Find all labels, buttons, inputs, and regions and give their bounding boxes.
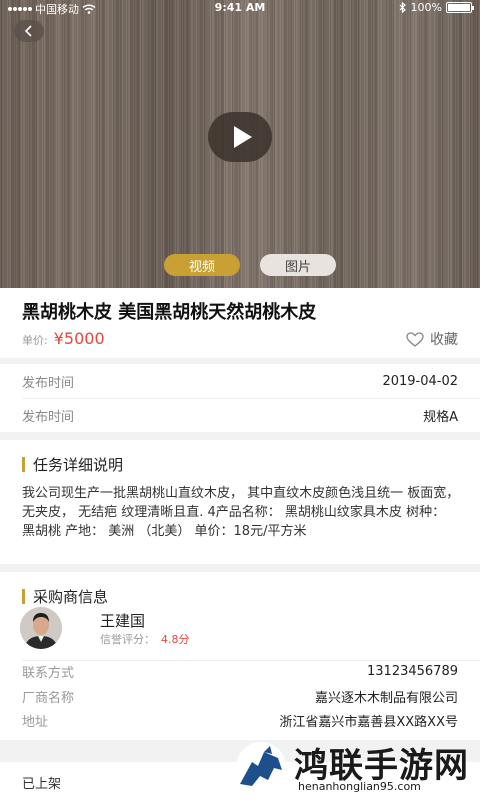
avatar[interactable] <box>20 607 62 649</box>
detail-description: 我公司现生产一批黑胡桃山直纹木皮， 其中直纹木皮颜色浅且统一 板面宽， 无夹皮，… <box>22 486 460 539</box>
info-row-value: 2019-04-02 <box>382 373 458 389</box>
task-detail-section: 任务详细说明 我公司现生产一批黑胡桃山直纹木皮， 其中直纹木皮颜色浅且统一 板面… <box>0 440 480 564</box>
status-bar: 中国移动 9:41 AM 100% <box>0 0 480 16</box>
credit-rating: 信誉评分： 4.8分 <box>100 631 190 647</box>
back-button[interactable] <box>14 20 44 42</box>
listing-status: 已上架 <box>22 777 62 792</box>
credit-label: 信誉评分： <box>100 633 155 646</box>
section-accent-bar <box>22 589 25 604</box>
product-header: 黑胡桃木皮 美国黑胡桃天然胡桃木皮 单价: ¥5000 收藏 <box>0 288 480 358</box>
info-row-label: 发布时间 <box>22 375 75 391</box>
info-row-value: 规格A <box>423 409 458 425</box>
contact-phone[interactable]: 13123456789 <box>367 664 458 679</box>
favorite-label: 收藏 <box>430 332 458 348</box>
bluetooth-icon <box>399 2 406 13</box>
buyer-info-section: 采购商信息 王建国 信誉评分： 4.8分 联系方式 13123456789 厂商名… <box>0 572 480 740</box>
section-accent-bar <box>22 457 25 472</box>
product-title: 黑胡桃木皮 美国黑胡桃天然胡桃木皮 <box>22 302 317 323</box>
tab-photo[interactable]: 图片 <box>260 254 336 276</box>
credit-score: 4.8分 <box>161 633 190 646</box>
address-value: 浙江省嘉兴市嘉善县XX路XX号 <box>279 714 458 730</box>
info-section: 发布时间 2019-04-02 发布时间 规格A <box>0 364 480 432</box>
company-name: 嘉兴逐木木制品有限公司 <box>314 690 458 706</box>
section-heading: 任务详细说明 <box>22 454 123 475</box>
price-row: 单价: ¥5000 <box>22 329 105 348</box>
info-row: 发布时间 规格A <box>22 398 458 432</box>
tab-video[interactable]: 视频 <box>164 254 240 276</box>
play-icon <box>233 126 252 148</box>
company-label: 厂商名称 <box>22 690 75 706</box>
favorite-button[interactable]: 收藏 <box>406 329 458 349</box>
address-row: 地址 浙江省嘉兴市嘉善县XX路XX号 <box>22 708 458 732</box>
chevron-left-icon <box>24 25 32 37</box>
battery-percent: 100% <box>410 1 442 14</box>
watermark: 鸿联手游网 henanhonglian95.com <box>226 734 480 800</box>
battery-icon <box>446 2 474 13</box>
play-button[interactable] <box>208 112 272 162</box>
contact-label: 联系方式 <box>22 665 75 681</box>
price-label: 单价: <box>22 334 48 347</box>
horse-logo-icon <box>236 742 286 792</box>
product-video[interactable]: 中国移动 9:41 AM 100% 视频 图片 <box>0 0 480 288</box>
price-value: ¥5000 <box>53 329 105 348</box>
person-photo <box>20 607 62 649</box>
info-row: 发布时间 2019-04-02 <box>22 364 458 398</box>
buyer-name: 王建国 <box>100 612 146 630</box>
product-detail-page: 中国移动 9:41 AM 100% 视频 图片 黑胡桃木皮 美国黑胡桃天然胡桃木… <box>0 0 480 800</box>
contact-row: 联系方式 13123456789 <box>22 659 458 683</box>
info-row-label: 发布时间 <box>22 409 75 425</box>
company-row: 厂商名称 嘉兴逐木木制品有限公司 <box>22 684 458 708</box>
heart-icon <box>406 331 424 347</box>
section-heading-text: 任务详细说明 <box>33 456 124 474</box>
section-heading-text: 采购商信息 <box>33 588 109 606</box>
address-label: 地址 <box>22 714 49 730</box>
watermark-url: henanhonglian95.com <box>298 780 421 793</box>
section-heading: 采购商信息 <box>22 586 108 607</box>
